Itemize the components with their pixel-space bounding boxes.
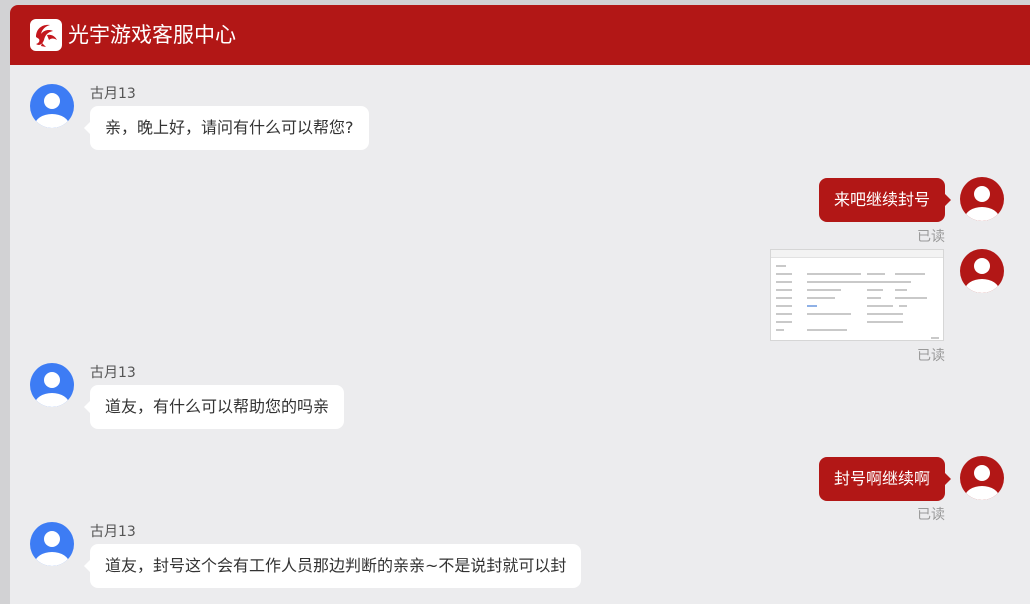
header-bar: 光宇游戏客服中心 [10,5,1030,65]
read-status: 已读 [917,229,945,245]
read-status: 已读 [917,507,945,523]
agent-avatar [30,522,74,566]
dragon-logo-icon [30,19,62,51]
sender-name: 古月13 [90,365,136,381]
message-bubble: 亲，晚上好，请问有什么可以帮您? [84,106,369,150]
screenshot-thumbnail[interactable] [770,249,944,341]
message-bubble: 道友，有什么可以帮助您的吗亲 [83,385,345,429]
message-list[interactable]: 古月13 亲，晚上好，请问有什么可以帮您? 来吧继续封号 已读 已读 古月13 … [10,65,1030,604]
sender-name: 古月13 [90,86,136,102]
message-bubble: 封号啊继续啊 [818,457,952,501]
message-bubble: 道友，封号这个会有工作人员那边判断的亲亲~不是说封就可以封 [83,544,582,588]
chat-window: 光宇游戏客服中心 古月13 亲，晚上好，请问有什么可以帮您? 来吧继续封号 已读 [10,5,1030,604]
sender-name: 古月13 [90,524,136,540]
page-title: 光宇游戏客服中心 [68,23,236,47]
agent-avatar [30,363,74,407]
user-avatar [960,177,1004,221]
user-avatar [960,456,1004,500]
agent-avatar [30,84,74,128]
message-bubble: 来吧继续封号 [818,178,952,222]
user-avatar [960,249,1004,293]
read-status: 已读 [917,348,945,364]
